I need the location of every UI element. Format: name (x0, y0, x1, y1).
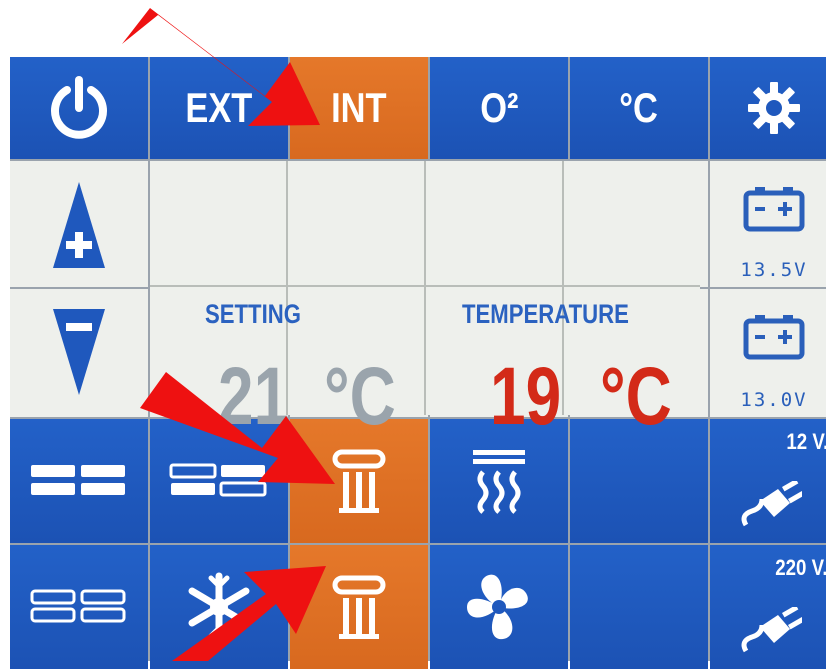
temperature-label: TEMPERATURE (462, 299, 629, 329)
control-panel: EXT INT O² °C 13.5V 13.0V 12 V. 220 V. S… (10, 57, 826, 669)
setting-label: SETTING (205, 299, 301, 329)
int-label: INT (331, 84, 387, 131)
setting-unit: °C (324, 351, 396, 442)
power-220v-label: 220 V. (775, 555, 826, 580)
power-220v-button[interactable]: 220 V. (710, 545, 826, 669)
heater-button-2[interactable] (290, 545, 428, 669)
temperature-unit: °C (600, 351, 672, 442)
temperature-value: 19 (490, 351, 562, 442)
celsius-label: °C (619, 84, 659, 131)
fan-icon (467, 574, 528, 640)
power-12v-button[interactable]: 12 V. (710, 419, 826, 543)
increase-button[interactable] (10, 161, 148, 287)
heat-waves-icon (473, 450, 525, 514)
int-button[interactable]: INT (290, 57, 428, 159)
gear-icon (748, 82, 800, 134)
plug-icon (741, 607, 802, 653)
double-bars-half-icon (169, 463, 267, 497)
snowflake-icon (188, 572, 250, 642)
settings-button[interactable] (710, 57, 826, 159)
battery-1: 13.5V (710, 161, 826, 287)
mode-outline-button[interactable] (10, 545, 148, 669)
battery-1-voltage: 13.5V (740, 259, 808, 281)
fan-button[interactable] (430, 545, 568, 669)
power-button[interactable] (10, 57, 148, 159)
temperature-display: SETTING TEMPERATURE 21 °C 19 °C (150, 161, 700, 438)
decrease-button[interactable] (10, 289, 148, 417)
plug-icon (741, 481, 802, 527)
minus-down-arrow-icon (53, 309, 105, 395)
heater-icon (332, 449, 386, 513)
empty-slot-2 (570, 545, 708, 669)
setting-value: 21 (218, 351, 290, 442)
power-icon (51, 76, 107, 139)
o2-button[interactable]: O² (430, 57, 568, 159)
battery-2-voltage: 13.0V (740, 389, 808, 411)
battery-icon (743, 315, 805, 360)
double-bars-solid-icon (31, 465, 125, 495)
plus-up-arrow-icon (53, 182, 105, 268)
snowflake-button[interactable] (150, 545, 288, 669)
o2-label: O² (479, 84, 519, 131)
heater-icon (332, 575, 386, 639)
battery-icon (743, 187, 805, 232)
mode-full-button[interactable] (10, 419, 148, 543)
ext-label: EXT (185, 84, 253, 131)
celsius-button[interactable]: °C (570, 57, 708, 159)
battery-2: 13.0V (710, 289, 826, 417)
ext-button[interactable]: EXT (150, 57, 288, 159)
double-bars-outline-icon (30, 589, 126, 623)
power-12v-label: 12 V. (786, 429, 826, 454)
